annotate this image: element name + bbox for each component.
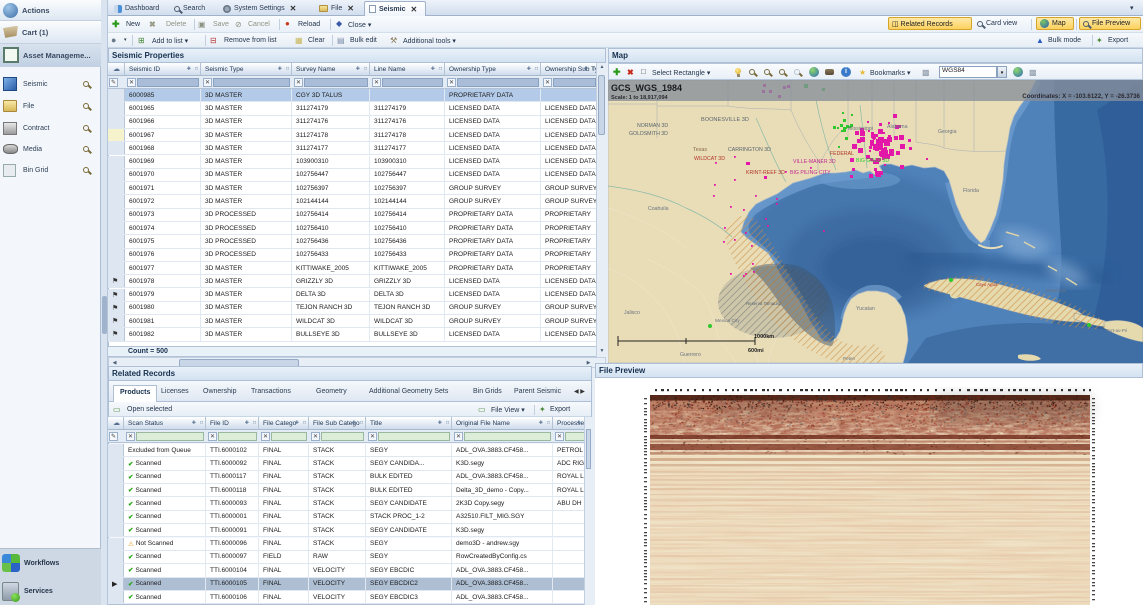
svg-text:Coahuila: Coahuila — [648, 206, 669, 212]
svg-text:Port-au-Pri: Port-au-Pri — [1106, 328, 1127, 333]
svg-text:Mexico City: Mexico City — [715, 318, 740, 324]
svg-text:Guerrero: Guerrero — [680, 352, 701, 358]
svg-text:600mi: 600mi — [748, 348, 764, 354]
svg-text:NORMAN 3D: NORMAN 3D — [637, 123, 668, 129]
svg-text:Texas: Texas — [693, 147, 707, 153]
svg-text:CARRINGTON 3D: CARRINGTON 3D — [728, 147, 771, 153]
svg-text:BOONESVILLE 3D: BOONESVILLE 3D — [701, 117, 749, 123]
svg-text:GOLDSMITH 3D: GOLDSMITH 3D — [629, 131, 668, 137]
svg-text:GCS_WGS_1984: GCS_WGS_1984 — [611, 83, 682, 93]
svg-text:Matanzas: Matanzas — [1046, 288, 1067, 293]
svg-text:BIG PILING CITY: BIG PILING CITY — [790, 170, 831, 176]
svg-text:1000km: 1000km — [754, 334, 774, 340]
svg-text:Reserva Tamaulip: Reserva Tamaulip — [746, 301, 782, 306]
svg-text:Peten: Peten — [843, 356, 855, 361]
svg-text:WILDCAT 3D: WILDCAT 3D — [694, 156, 725, 162]
svg-text:Georgia: Georgia — [938, 129, 957, 135]
svg-text:FEDERAL: FEDERAL — [830, 151, 854, 157]
svg-text:VILLE-MANER 3D: VILLE-MANER 3D — [793, 159, 836, 165]
svg-text:Cayo Agua: Cayo Agua — [976, 282, 998, 287]
svg-text:Alabama: Alabama — [887, 124, 908, 130]
svg-text:Yucatan: Yucatan — [856, 306, 875, 312]
svg-text:Florida: Florida — [963, 188, 979, 194]
svg-text:Havana: Havana — [968, 274, 984, 279]
svg-text:Mississippi: Mississippi — [848, 126, 873, 132]
svg-text:Coordinates: X = -103.6122, Y: Coordinates: X = -103.6122, Y = -26.3736 — [1022, 93, 1140, 100]
svg-text:BIG GOLD 3D: BIG GOLD 3D — [856, 158, 889, 164]
svg-text:KRINT-REEF 3D: KRINT-REEF 3D — [746, 170, 785, 176]
svg-text:Scale: 1 to 18,917,094: Scale: 1 to 18,917,094 — [611, 95, 669, 101]
svg-text:Jalisco: Jalisco — [624, 310, 640, 316]
